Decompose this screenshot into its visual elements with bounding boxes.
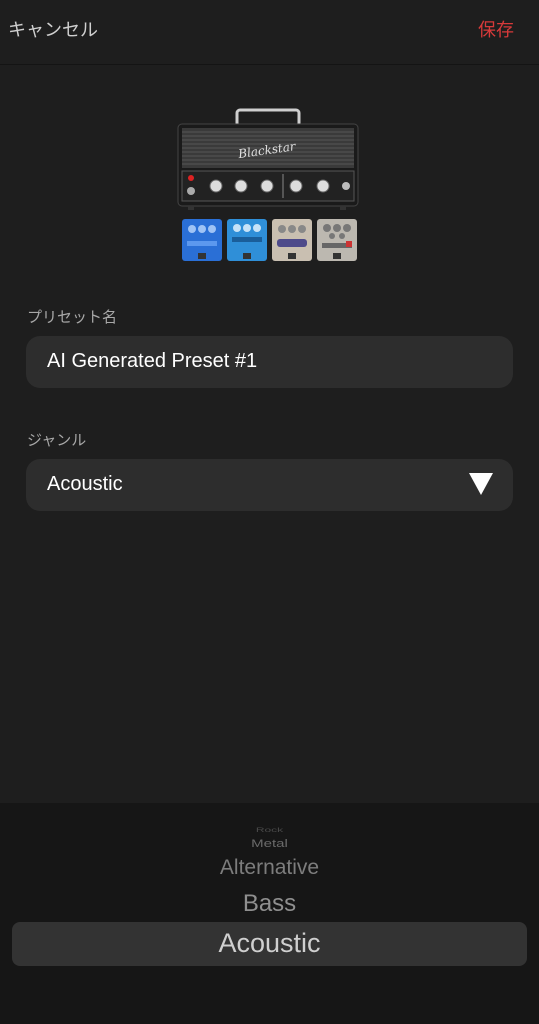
top-bar: キャンセル 保存 xyxy=(0,0,539,65)
genre-dropdown[interactable]: Acoustic xyxy=(26,459,513,511)
rig-preview-image: Blackstar xyxy=(177,108,359,261)
save-button[interactable]: 保存 xyxy=(478,16,514,42)
cancel-button[interactable]: キャンセル xyxy=(8,16,98,42)
preset-name-label: プリセット名 xyxy=(27,308,118,326)
preset-name-input[interactable]: AI Generated Preset #1 xyxy=(26,336,513,388)
genre-selected-value: Acoustic xyxy=(47,473,123,495)
genre-label: ジャンル xyxy=(27,431,87,449)
picker-item[interactable]: Metal xyxy=(0,837,539,850)
amp-head: Blackstar xyxy=(177,108,359,210)
chevron-down-icon xyxy=(469,473,493,495)
picker-item[interactable]: Bass xyxy=(0,890,539,918)
picker-item[interactable]: Alternative xyxy=(0,856,539,880)
picker-item-selected[interactable]: Acoustic xyxy=(0,928,539,959)
pedal-classic-flat xyxy=(317,219,357,261)
pedal-digital-reverb xyxy=(227,219,267,261)
picker-item[interactable]: Rock xyxy=(0,827,539,834)
pedal-sustainer xyxy=(182,219,222,261)
genre-picker-wheel[interactable]: Rock Metal Alternative Bass Acoustic xyxy=(0,803,539,1024)
preset-name-value: AI Generated Preset #1 xyxy=(47,350,258,372)
pedal-smart-echo xyxy=(272,219,312,261)
